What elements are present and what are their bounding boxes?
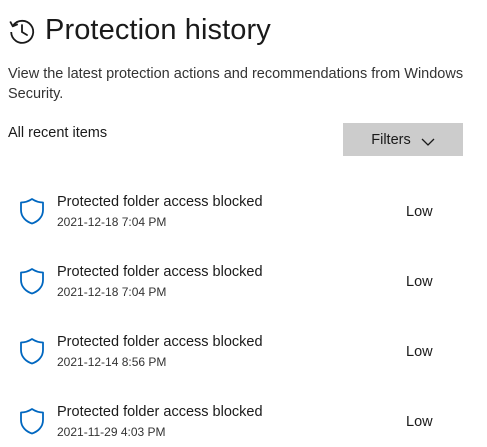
item-title: Protected folder access blocked — [57, 334, 263, 350]
item-title: Protected folder access blocked — [57, 194, 263, 210]
history-icon — [7, 16, 37, 46]
item-title: Protected folder access blocked — [57, 264, 263, 280]
list-item[interactable]: Protected folder access blocked 2021-11-… — [0, 396, 487, 447]
protection-history-page: Protection history View the latest prote… — [0, 0, 487, 447]
shield-icon — [19, 337, 45, 365]
item-date: 2021-12-18 7:04 PM — [57, 285, 167, 299]
list-item[interactable]: Protected folder access blocked 2021-12-… — [0, 186, 487, 256]
item-date: 2021-12-14 8:56 PM — [57, 355, 167, 369]
item-severity: Low — [406, 414, 433, 430]
item-severity: Low — [406, 274, 433, 290]
list-item[interactable]: Protected folder access blocked 2021-12-… — [0, 256, 487, 326]
page-title: Protection history — [45, 14, 271, 46]
filters-button-label: Filters — [371, 131, 411, 148]
section-label-all-recent-items: All recent items — [8, 125, 108, 141]
shield-icon — [19, 267, 45, 295]
protection-history-list: Protected folder access blocked 2021-12-… — [0, 186, 487, 447]
item-date: 2021-12-18 7:04 PM — [57, 215, 167, 229]
filters-button[interactable]: Filters — [343, 123, 463, 156]
shield-icon — [19, 197, 45, 225]
item-title: Protected folder access blocked — [57, 404, 263, 420]
chevron-down-icon — [421, 135, 435, 146]
item-severity: Low — [406, 344, 433, 360]
list-item[interactable]: Protected folder access blocked 2021-12-… — [0, 326, 487, 396]
page-header: Protection history — [7, 14, 271, 47]
item-severity: Low — [406, 204, 433, 220]
page-description: View the latest protection actions and r… — [8, 66, 464, 102]
item-date: 2021-11-29 4:03 PM — [57, 425, 166, 439]
shield-icon — [19, 407, 45, 435]
